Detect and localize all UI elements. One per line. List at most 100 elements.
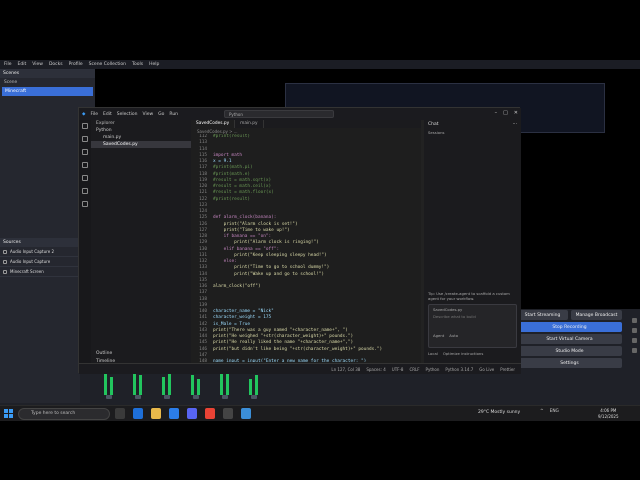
manage-broadcast-button[interactable]: Manage Broadcast — [571, 310, 622, 320]
task-view-icon[interactable] — [115, 408, 125, 419]
close-icon[interactable]: ✕ — [514, 110, 518, 116]
volume-meter — [226, 373, 229, 395]
activity-bar — [79, 120, 91, 374]
status-cursor[interactable]: Ln 127, Col 38 — [331, 367, 360, 372]
file-main-py[interactable]: main.py — [91, 134, 191, 141]
windows-start-icon[interactable] — [4, 409, 13, 418]
speaker-icon[interactable] — [251, 395, 257, 399]
store-icon[interactable] — [169, 408, 179, 419]
taskbar-clock[interactable]: 4:06 PM 9/12/2025 — [598, 408, 619, 420]
source-label: Audio Input Capture 2 — [10, 249, 54, 254]
clock-date: 9/12/2025 — [598, 414, 619, 419]
edge-icon[interactable] — [133, 408, 143, 419]
status-go-live[interactable]: Go Live — [479, 367, 494, 372]
line-text: print("but didn't like being "+str(chara… — [213, 346, 383, 352]
volume-meter — [191, 375, 194, 395]
remote-icon[interactable] — [82, 201, 88, 207]
vs-menu-view[interactable]: View — [142, 112, 153, 117]
source-item[interactable]: Minecraft Screen — [0, 267, 80, 277]
window-controls: – □ ✕ — [495, 110, 518, 116]
extensions-icon[interactable] — [82, 175, 88, 181]
taskbar-search-input[interactable]: Type here to search — [18, 408, 110, 420]
dock-icon[interactable] — [631, 348, 637, 353]
files-icon[interactable] — [82, 123, 88, 129]
vs-menu-run[interactable]: Run — [169, 112, 178, 117]
chrome-icon[interactable] — [205, 408, 215, 419]
obs-menubar: File Edit View Docks Profile Scene Colle… — [0, 60, 640, 69]
minimize-icon[interactable]: – — [495, 110, 498, 116]
sources-title: Sources — [0, 238, 80, 247]
status-language[interactable]: Python — [426, 367, 440, 372]
speaker-icon[interactable] — [164, 395, 170, 399]
code-editor[interactable]: SavedCodes.py main.py SavedCodes.py > ..… — [191, 120, 421, 363]
outline-section[interactable]: Outline — [91, 350, 117, 357]
local-toggle[interactable]: Local — [428, 351, 438, 356]
menu-help[interactable]: Help — [149, 62, 159, 67]
menu-docks[interactable]: Docks — [49, 62, 63, 67]
status-prettier[interactable]: Prettier — [500, 367, 515, 372]
menu-view[interactable]: View — [32, 62, 43, 67]
start-streaming-button[interactable]: Start Streaming — [517, 310, 568, 320]
code-line[interactable]: 148 name_input = input("Enter a new name … — [191, 359, 419, 362]
vscode-taskbar-icon[interactable] — [241, 408, 251, 419]
chat-sessions[interactable]: Sessions — [424, 129, 521, 136]
search-icon[interactable] — [82, 136, 88, 142]
stop-recording-button[interactable]: Stop Recording — [517, 322, 622, 332]
status-indent[interactable]: Spaces: 4 — [366, 367, 385, 372]
chat-options: Agent Auto — [431, 321, 514, 338]
obs-icon[interactable] — [223, 408, 233, 419]
dock-icon[interactable] — [631, 338, 637, 343]
code-lines[interactable]: 112 #print(result) 113 114 115 import math 116… — [191, 134, 419, 362]
agent-dropdown[interactable]: Agent — [433, 333, 444, 338]
status-interpreter[interactable]: Python 3.14.7 — [445, 367, 473, 372]
vs-menu-selection[interactable]: Selection — [117, 112, 138, 117]
speaker-icon[interactable] — [222, 395, 228, 399]
speaker-icon[interactable] — [106, 395, 112, 399]
vs-menu-go[interactable]: Go — [158, 112, 164, 117]
tray-chevron-icon[interactable]: ^ — [540, 409, 544, 414]
speaker-icon[interactable] — [193, 395, 199, 399]
weather-widget[interactable]: 29°C Mostly sunny — [478, 410, 520, 415]
file-explorer-icon[interactable] — [151, 408, 161, 419]
file-savedcodes-py[interactable]: SavedCodes.py — [91, 141, 191, 148]
windows-taskbar: Type here to search 29°C Mostly sunny ^ … — [0, 405, 640, 421]
tab-main[interactable]: main.py — [235, 120, 264, 128]
optimize-link[interactable]: Optimize instructions — [443, 351, 483, 356]
command-search-input[interactable]: Python — [224, 110, 334, 118]
line-text: name_input = input("Enter a new name for… — [213, 359, 367, 362]
explorer-panel: Explorer Python main.py SavedCodes.py Ou… — [91, 120, 191, 374]
dock-icon[interactable] — [631, 328, 637, 333]
studio-mode-button[interactable]: Studio Mode — [517, 346, 622, 356]
source-item[interactable]: Audio Input Capture — [0, 257, 80, 267]
chat-more-icon[interactable]: ⋯ — [513, 122, 518, 127]
chat-input[interactable]: SavedCodes.py Describe what to build Age… — [428, 304, 517, 348]
testing-icon[interactable] — [82, 188, 88, 194]
scene-item-minecraft[interactable]: Minecraft — [2, 87, 93, 96]
settings-button[interactable]: Settings — [517, 358, 622, 368]
menu-profile[interactable]: Profile — [69, 62, 83, 67]
vs-menu-file[interactable]: File — [90, 112, 98, 117]
menu-tools[interactable]: Tools — [132, 62, 143, 67]
folder-python[interactable]: Python — [91, 127, 191, 134]
vscode-logo-icon: ◆ — [82, 111, 86, 117]
menu-file[interactable]: File — [4, 62, 12, 67]
speaker-icon[interactable] — [135, 395, 141, 399]
monitor-icon — [3, 269, 7, 274]
scene-header: Scene — [4, 80, 18, 85]
menu-scene-collection[interactable]: Scene Collection — [89, 62, 126, 67]
system-tray: ^ ENG — [540, 409, 559, 414]
menu-edit[interactable]: Edit — [18, 62, 27, 67]
auto-dropdown[interactable]: Auto — [449, 333, 458, 338]
tab-savedcodes[interactable]: SavedCodes.py — [191, 120, 236, 128]
status-eol[interactable]: CRLF — [409, 367, 419, 372]
discord-icon[interactable] — [187, 408, 197, 419]
run-debug-icon[interactable] — [82, 162, 88, 168]
vs-menu-edit[interactable]: Edit — [103, 112, 112, 117]
maximize-icon[interactable]: □ — [503, 110, 508, 116]
status-encoding[interactable]: UTF-8 — [392, 367, 404, 372]
language-indicator[interactable]: ENG — [550, 409, 559, 414]
source-control-icon[interactable] — [82, 149, 88, 155]
source-item[interactable]: Audio Input Capture 2 — [0, 247, 80, 257]
virtual-camera-button[interactable]: Start Virtual Camera — [517, 334, 622, 344]
dock-icon[interactable] — [631, 318, 637, 323]
